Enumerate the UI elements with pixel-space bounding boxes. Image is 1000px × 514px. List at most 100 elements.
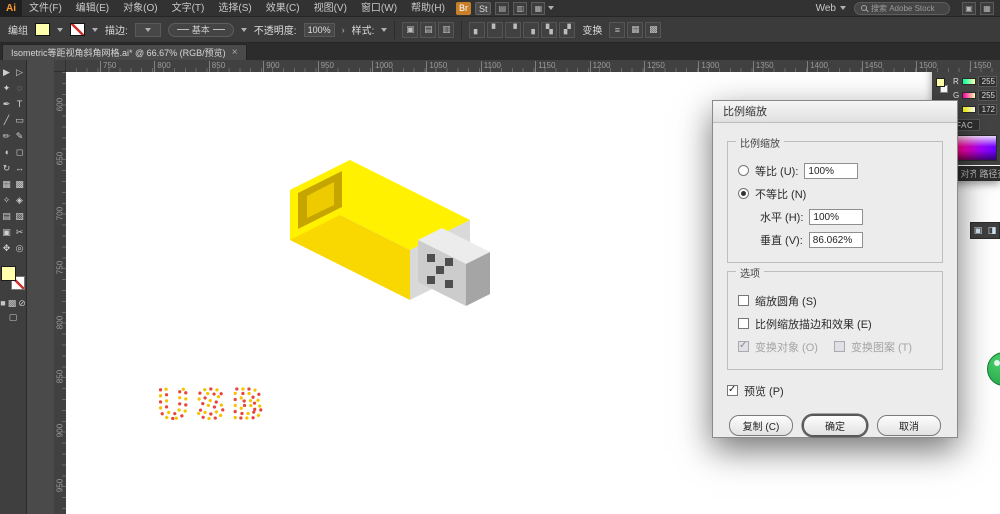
control-icon-button[interactable]: ▣ <box>402 22 418 38</box>
brush-definition-select[interactable]: 基本 <box>168 23 234 37</box>
arrange-documents-icon[interactable]: ▤ <box>495 2 509 15</box>
align-button[interactable]: ▝ <box>505 22 521 38</box>
stock-search-input[interactable]: 搜索 Adobe Stock <box>854 2 950 15</box>
control-icon-button[interactable]: ▩ <box>645 22 661 38</box>
transform-objects-checkbox[interactable] <box>738 341 749 352</box>
panel-tab[interactable]: 路径查 <box>976 166 1000 181</box>
align-button[interactable]: ▗ <box>523 22 539 38</box>
brush-caret-icon[interactable] <box>241 28 247 32</box>
menu-item[interactable]: 对象(O) <box>116 0 164 17</box>
tool-type-tool[interactable]: T <box>13 96 26 112</box>
collapsed-panel-icon[interactable]: ◨ <box>988 225 997 236</box>
menubar-icon[interactable]: ▣ <box>962 2 976 15</box>
control-icon-button[interactable]: ▥ <box>438 22 454 38</box>
preview-checkbox[interactable] <box>727 385 738 396</box>
tool-symbol-sprayer-tool[interactable]: ▤ <box>0 208 13 224</box>
tool-rectangle-tool[interactable]: ▭ <box>13 112 26 128</box>
tool-selection-tool[interactable]: ▶ <box>0 64 13 80</box>
control-icon-button[interactable]: ▤ <box>420 22 436 38</box>
uniform-scale-field[interactable]: 100% <box>804 163 858 179</box>
tool-magic-wand-tool[interactable]: ✦ <box>0 80 13 96</box>
close-icon[interactable]: × <box>232 47 238 58</box>
fill-swatch[interactable] <box>1 266 16 281</box>
tool-line-segment-tool[interactable]: ╱ <box>0 112 13 128</box>
tool-paintbrush-tool[interactable]: ✏ <box>0 128 13 144</box>
fill-caret-icon[interactable] <box>57 28 63 32</box>
menu-item[interactable]: 选择(S) <box>211 0 258 17</box>
menu-item[interactable]: 效果(C) <box>259 0 307 17</box>
paint-mode-button[interactable]: ⊘ <box>18 298 26 308</box>
align-button[interactable]: ▖ <box>469 22 485 38</box>
screen-mode-button[interactable]: ▢ <box>9 312 18 322</box>
arrange-documents-caret[interactable] <box>548 6 554 10</box>
document-tab[interactable]: Isometric等距视角斜角网格.ai* @ 66.67% (RGB/预览) … <box>2 44 247 60</box>
menu-item[interactable]: 帮助(H) <box>404 0 452 17</box>
uniform-radio[interactable] <box>738 165 749 176</box>
fill-color-swatch[interactable] <box>35 23 50 36</box>
tool-eraser-tool[interactable]: ◻ <box>13 144 26 160</box>
tool-blob-brush-tool[interactable]: ◖ <box>0 144 13 160</box>
tool-slice-tool[interactable]: ✂ <box>13 224 26 240</box>
style-caret-icon[interactable] <box>381 28 387 32</box>
align-button[interactable]: ▘ <box>487 22 503 38</box>
paint-mode-button[interactable]: ■ <box>0 298 5 308</box>
menu-item[interactable]: 文字(T) <box>165 0 212 17</box>
ruler-vertical[interactable]: 600650700750800850900950 <box>54 72 66 514</box>
menu-item[interactable]: 窗口(W) <box>354 0 404 17</box>
tool-direct-selection-tool[interactable]: ▷ <box>13 64 26 80</box>
align-button[interactable]: ▚ <box>541 22 557 38</box>
panel-tab[interactable]: 对齐 <box>957 166 976 181</box>
channel-value-field[interactable]: 255 <box>978 76 997 87</box>
control-icon-button[interactable]: ▦ <box>627 22 643 38</box>
dialog-title[interactable]: 比例缩放 <box>713 101 957 123</box>
control-icon-button[interactable]: ≡ <box>609 22 625 38</box>
stroke-color-swatch[interactable] <box>70 23 85 36</box>
tool-hand-tool[interactable]: ✥ <box>0 240 13 256</box>
ruler-horizontal[interactable]: 7508008509009501000105011001150120012501… <box>54 60 1000 72</box>
arrange-documents-icon[interactable]: ▥ <box>513 2 527 15</box>
vertical-scale-field[interactable]: 86.062% <box>809 232 863 248</box>
channel-value-field[interactable]: 255 <box>978 90 997 101</box>
fill-stroke-widget[interactable] <box>1 266 25 290</box>
tool-graph-tool[interactable]: ▧ <box>13 208 26 224</box>
paint-mode-button[interactable]: ▩ <box>8 298 17 308</box>
stock-button[interactable]: St <box>475 2 492 15</box>
panel-fill-swatch[interactable] <box>936 78 945 87</box>
cancel-button[interactable]: 取消 <box>877 415 941 436</box>
channel-slider[interactable] <box>962 92 976 99</box>
opacity-more-icon[interactable]: › <box>342 25 345 35</box>
scale-strokes-checkbox[interactable] <box>738 318 749 329</box>
channel-slider[interactable] <box>962 106 976 113</box>
nonuniform-radio[interactable] <box>738 188 749 199</box>
tool-scale-tool[interactable]: ↔ <box>13 160 26 176</box>
transform-patterns-checkbox[interactable] <box>834 341 845 352</box>
tool-gradient-tool[interactable]: ▩ <box>13 176 26 192</box>
tool-rotate-tool[interactable]: ↻ <box>0 160 13 176</box>
panel-fill-stroke-widget[interactable] <box>936 76 950 102</box>
tool-pen-tool[interactable]: ✒ <box>0 96 13 112</box>
tool-lasso-tool[interactable]: ◌ <box>13 80 26 96</box>
tool-artboard-tool[interactable]: ▣ <box>0 224 13 240</box>
tool-pencil-tool[interactable]: ✎ <box>13 128 26 144</box>
tool-blend-tool[interactable]: ◈ <box>13 192 26 208</box>
arrange-documents-icon[interactable]: ▦ <box>531 2 545 15</box>
tool-eyedropper-tool[interactable]: ✧ <box>0 192 13 208</box>
channel-slider[interactable] <box>962 78 976 85</box>
channel-value-field[interactable]: 172 <box>978 104 997 115</box>
horizontal-scale-field[interactable]: 100% <box>809 209 863 225</box>
stroke-width-field[interactable] <box>135 23 161 37</box>
menu-item[interactable]: 编辑(E) <box>69 0 116 17</box>
collapsed-panel-icon[interactable]: ▣ <box>974 225 983 236</box>
stroke-caret-icon[interactable] <box>92 28 98 32</box>
tool-zoom-tool[interactable]: ◎ <box>13 240 26 256</box>
align-button[interactable]: ▞ <box>559 22 575 38</box>
menu-item[interactable]: 视图(V) <box>307 0 354 17</box>
ruler-origin-corner[interactable] <box>54 60 66 72</box>
menu-item[interactable]: 文件(F) <box>22 0 69 17</box>
ok-button[interactable]: 确定 <box>803 415 867 436</box>
opacity-field[interactable]: 100% <box>304 23 335 37</box>
workspace-switcher[interactable]: Web <box>816 3 846 14</box>
copy-button[interactable]: 复制 (C) <box>729 415 793 436</box>
scale-corners-checkbox[interactable] <box>738 295 749 306</box>
tool-mesh-tool[interactable]: ▦ <box>0 176 13 192</box>
